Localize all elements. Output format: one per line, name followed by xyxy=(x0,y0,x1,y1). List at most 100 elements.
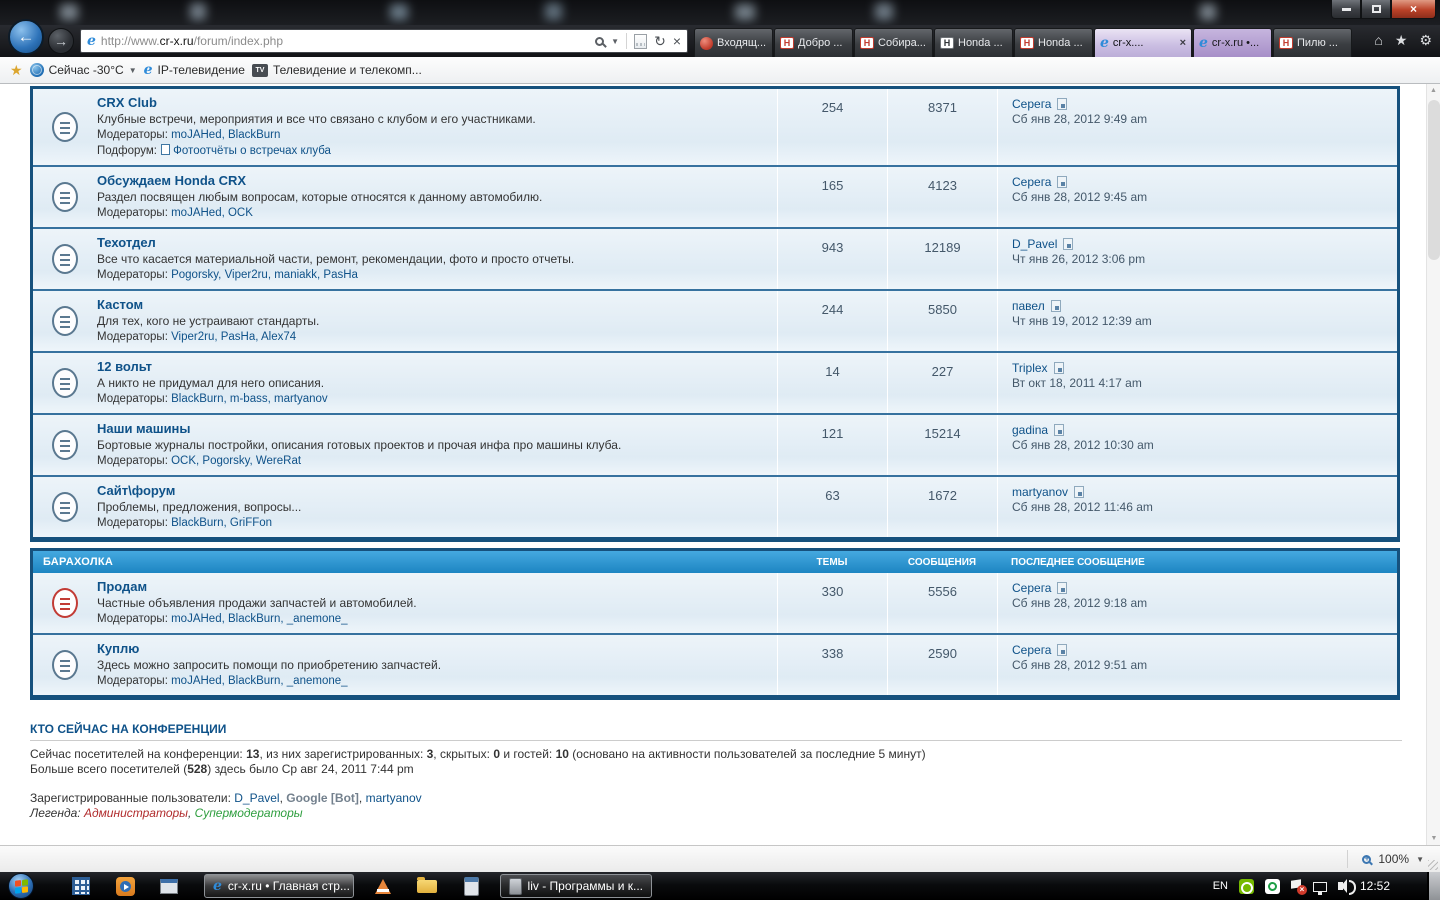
taskbar-button-programs[interactable]: liv - Программы и к... xyxy=(500,874,652,898)
tab-crx-active[interactable]: ecr-x....× xyxy=(1094,28,1192,57)
last-post-user-link[interactable]: martyanov xyxy=(1012,485,1068,499)
forum-title-link[interactable]: Обсуждаем Honda CRX xyxy=(97,173,246,188)
goto-last-post-icon[interactable] xyxy=(1051,300,1061,312)
moderator-links[interactable]: moJAHed, BlackBurn xyxy=(171,129,280,141)
chevron-down-icon: ▼ xyxy=(129,66,137,75)
last-post-user-link[interactable]: Серега xyxy=(1012,581,1051,595)
last-post-user-link[interactable]: gadina xyxy=(1012,423,1048,437)
honda-icon: H xyxy=(1020,37,1034,49)
add-favorite-icon[interactable]: ★ xyxy=(10,62,23,79)
moderator-links[interactable]: OCK, Pogorsky, WereRat xyxy=(171,455,301,467)
goto-last-post-icon[interactable] xyxy=(1057,582,1067,594)
moderator-links[interactable]: BlackBurn, GriFFon xyxy=(171,517,272,529)
forum-title-link[interactable]: CRX Club xyxy=(97,95,157,110)
minimize-button[interactable] xyxy=(1331,0,1361,19)
user-link[interactable]: D_Pavel xyxy=(234,791,279,805)
zoom-control[interactable]: 100% ▼ xyxy=(1347,850,1424,868)
online-record: Больше всего посетителей (528) здесь был… xyxy=(30,762,1402,777)
action-center-flag-icon[interactable] xyxy=(1291,880,1302,892)
close-button[interactable]: × xyxy=(1391,0,1436,19)
scroll-up-icon[interactable]: ▲ xyxy=(1427,84,1440,98)
favorites-star-icon[interactable]: ★ xyxy=(1395,32,1408,49)
subforum-link[interactable]: Фотоотчёты о встречах клуба xyxy=(173,145,331,157)
forum-title-link[interactable]: 12 вольт xyxy=(97,359,152,374)
forum-title-link[interactable]: Техотдел xyxy=(97,235,156,250)
start-button[interactable] xyxy=(8,873,34,899)
user-link[interactable]: martyanov xyxy=(366,791,422,805)
last-post-cell: martyanov Сб янв 28, 2012 11:46 am xyxy=(997,477,1397,537)
last-post-user-link[interactable]: Triplex xyxy=(1012,361,1048,375)
scrollbar-thumb[interactable] xyxy=(1428,100,1440,260)
address-bar[interactable]: e http://www.cr-x.ru/forum/index.php ▼ ↻… xyxy=(80,29,688,53)
pinned-window-app[interactable] xyxy=(158,875,180,897)
supermoderators-link[interactable]: Супермодераторы xyxy=(195,806,303,820)
pinned-app-grid[interactable] xyxy=(70,875,92,897)
pinned-folder[interactable] xyxy=(416,875,438,897)
moderator-links[interactable]: moJAHed, BlackBurn, _anemone_ xyxy=(171,613,347,625)
scroll-down-icon[interactable]: ▼ xyxy=(1427,831,1440,845)
tab-honda2[interactable]: HHonda ... xyxy=(1014,28,1093,57)
moderator-links[interactable]: Pogorsky, Viper2ru, maniakk, PasHa xyxy=(171,269,358,281)
forum-title-link[interactable]: Продам xyxy=(97,579,147,594)
last-post-user-link[interactable]: D_Pavel xyxy=(1012,237,1057,251)
compatibility-view-icon[interactable] xyxy=(634,34,647,49)
vertical-scrollbar[interactable]: ▲ ▼ xyxy=(1426,84,1440,845)
moderator-links[interactable]: Viper2ru, PasHa, Alex74 xyxy=(171,331,296,343)
network-icon[interactable] xyxy=(1313,882,1327,892)
taskbar-button-crx[interactable]: e cr-x.ru • Главная стр... xyxy=(204,874,354,898)
moderator-links[interactable]: BlackBurn, m-bass, martyanov xyxy=(171,393,328,405)
settings-gear-icon[interactable]: ⚙ xyxy=(1419,32,1432,49)
tab-dobro[interactable]: HДобро ... xyxy=(774,28,853,57)
last-post-date: Сб янв 28, 2012 9:18 am xyxy=(1012,596,1397,611)
search-caret-icon[interactable]: ▼ xyxy=(611,37,619,46)
goto-last-post-icon[interactable] xyxy=(1054,362,1064,374)
tab-close-icon[interactable]: × xyxy=(1180,37,1186,49)
goto-last-post-icon[interactable] xyxy=(1054,424,1064,436)
language-indicator[interactable]: EN xyxy=(1213,880,1228,892)
show-desktop-button[interactable] xyxy=(1427,872,1440,900)
goto-last-post-icon[interactable] xyxy=(1057,98,1067,110)
ie-icon: e xyxy=(1199,36,1208,50)
stop-icon[interactable]: × xyxy=(673,33,681,49)
back-button[interactable]: ← xyxy=(8,19,44,55)
pinned-media-player[interactable] xyxy=(114,875,136,897)
forward-button[interactable]: → xyxy=(48,28,74,54)
antivirus-icon[interactable] xyxy=(1265,879,1280,894)
tab-crx-group[interactable]: ecr-x.ru •... xyxy=(1193,28,1272,57)
search-icon[interactable] xyxy=(595,37,604,46)
last-post-user-link[interactable]: Серега xyxy=(1012,643,1051,657)
goto-last-post-icon[interactable] xyxy=(1057,176,1067,188)
forum-title-link[interactable]: Наши машины xyxy=(97,421,191,436)
forum-title-link[interactable]: Сайт\форум xyxy=(97,483,175,498)
forum-title-link[interactable]: Куплю xyxy=(97,641,139,656)
goto-last-post-icon[interactable] xyxy=(1074,486,1084,498)
restore-button[interactable] xyxy=(1361,0,1391,19)
moderator-links[interactable]: moJAHed, OCK xyxy=(171,207,253,219)
url-text[interactable]: http://www.cr-x.ru/forum/index.php xyxy=(101,34,590,48)
last-post-user-link[interactable]: павел xyxy=(1012,299,1045,313)
pinned-vlc[interactable] xyxy=(372,875,394,897)
zoom-caret-icon[interactable]: ▼ xyxy=(1416,855,1424,864)
tab-honda1[interactable]: HHonda ... xyxy=(934,28,1013,57)
forum-title-link[interactable]: Кастом xyxy=(97,297,143,312)
last-post-cell: gadina Сб янв 28, 2012 10:30 am xyxy=(997,415,1397,475)
goto-last-post-icon[interactable] xyxy=(1057,644,1067,656)
moderator-links[interactable]: moJAHed, BlackBurn, _anemone_ xyxy=(171,675,347,687)
nvidia-icon[interactable] xyxy=(1239,879,1254,894)
tab-pilyu[interactable]: HПилю ... xyxy=(1273,28,1352,57)
refresh-icon[interactable]: ↻ xyxy=(654,33,666,50)
favorite-iptv[interactable]: e IP-телевидение xyxy=(144,63,245,77)
last-post-user-link[interactable]: Серега xyxy=(1012,97,1051,111)
tab-sobira[interactable]: HСобира... xyxy=(854,28,933,57)
category-title[interactable]: БАРАХОЛКА xyxy=(33,556,777,568)
taskbar-clock[interactable]: 12:52 xyxy=(1360,879,1390,893)
administrators-link[interactable]: Администраторы xyxy=(84,806,188,820)
last-post-user-link[interactable]: Серега xyxy=(1012,175,1051,189)
favorite-weather[interactable]: Сейчас -30°C ▼ xyxy=(30,63,137,77)
home-icon[interactable]: ⌂ xyxy=(1374,32,1382,49)
favorite-tv[interactable]: TV Телевидение и телекомп... xyxy=(252,63,422,77)
pinned-calculator[interactable] xyxy=(460,875,482,897)
volume-icon[interactable] xyxy=(1338,882,1343,890)
tab-inbox[interactable]: Входящ... xyxy=(694,28,773,57)
goto-last-post-icon[interactable] xyxy=(1063,238,1073,250)
